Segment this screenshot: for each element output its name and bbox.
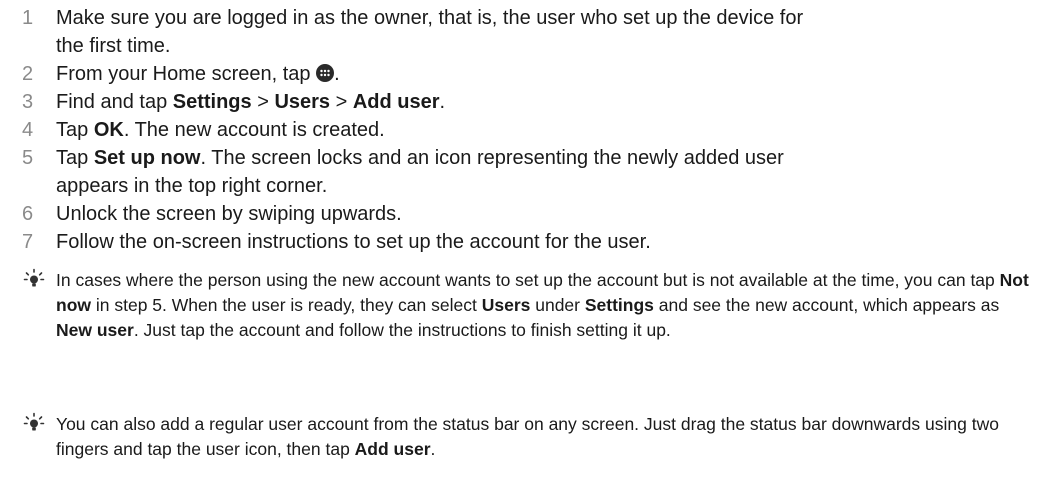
tip-text-run: in step 5. When the user is ready, they …: [91, 295, 482, 315]
tip-text-run: .: [430, 439, 436, 459]
lightbulb-tip-icon: [22, 268, 46, 292]
step-text: Follow the on-screen instructions to set…: [56, 228, 816, 256]
step-number: 7: [22, 231, 34, 253]
step-text-run: Find and tap: [56, 91, 173, 113]
step-text: Unlock the screen by swiping upwards.: [56, 200, 816, 228]
step-text-run: Tap: [56, 147, 94, 169]
ui-term-settings: Settings: [584, 295, 654, 315]
apps-grid-icon: [316, 64, 335, 82]
ui-term-add-user: Add user: [352, 91, 440, 113]
tip-text-run: . Just tap the account and follow the in…: [133, 320, 671, 340]
step-text: Find and tap Settings > Users > Add user…: [56, 88, 816, 116]
step-text: From your Home screen, tap .: [56, 60, 816, 88]
lightbulb-tip-icon: [22, 412, 46, 436]
ui-term-set-up-now: Set up now: [93, 147, 201, 169]
ui-term-users: Users: [481, 295, 531, 315]
tip-text-run: You can also add a regular user account …: [56, 414, 999, 459]
step-text-run: >: [330, 91, 353, 113]
step-text-run: Unlock the screen by swiping upwards.: [56, 203, 402, 225]
ui-term-users: Users: [274, 91, 331, 113]
step-text-run: .: [334, 63, 340, 85]
step-number: 1: [22, 7, 34, 29]
step-text-run: Make sure you are logged in as the owner…: [56, 7, 804, 57]
step-number: 5: [22, 147, 34, 169]
step-text-run: Follow the on-screen instructions to set…: [56, 231, 651, 253]
step-number: 4: [22, 119, 34, 141]
step-text-run: >: [251, 91, 275, 113]
tip-text: In cases where the person using the new …: [56, 268, 1036, 343]
ui-term-settings: Settings: [172, 91, 252, 113]
ui-term-new-user: New user: [56, 320, 134, 340]
step-text: Tap OK. The new account is created.: [56, 116, 816, 144]
step-text-run: .: [439, 91, 446, 113]
step-text-run: . The new account is created.: [123, 119, 385, 141]
step-text: Tap Set up now. The screen locks and an …: [56, 144, 816, 200]
tip-text: You can also add a regular user account …: [56, 412, 1036, 462]
step-number: 3: [22, 91, 34, 113]
tip-text-run: and see the new account, which appears a…: [653, 295, 1000, 315]
step-number: 6: [22, 203, 34, 225]
step-text: Make sure you are logged in as the owner…: [56, 4, 816, 60]
step-number: 2: [22, 63, 34, 85]
step-text-run: From your Home screen, tap: [56, 63, 317, 85]
tip-text-run: In cases where the person using the new …: [56, 270, 1000, 290]
ui-term-add-user: Add user: [354, 439, 431, 459]
ui-term-ok: OK: [93, 119, 124, 141]
tip-text-run: under: [530, 295, 585, 315]
step-text-run: Tap: [56, 119, 94, 141]
